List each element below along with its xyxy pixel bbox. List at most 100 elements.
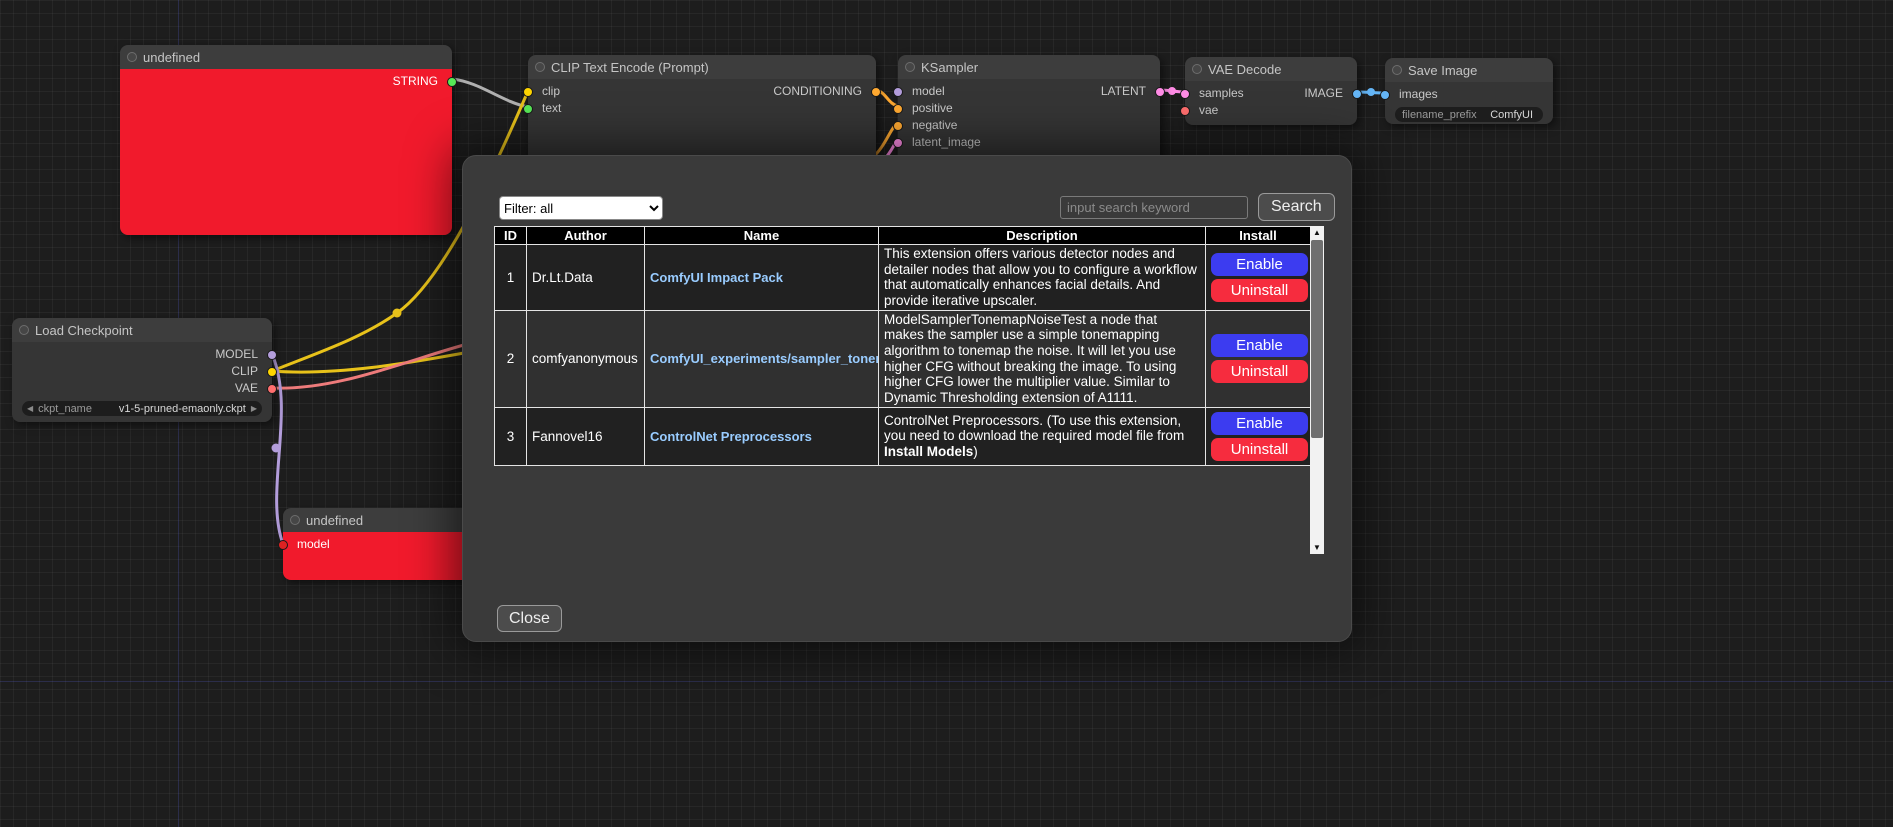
search-button[interactable]: Search	[1258, 193, 1335, 221]
scrollbar[interactable]: ▲ ▼	[1310, 226, 1324, 554]
slot-dot-image[interactable]	[1380, 90, 1390, 100]
extension-link[interactable]: ComfyUI Impact Pack	[650, 270, 783, 285]
node-undefined-string[interactable]: undefined STRING	[120, 45, 452, 235]
slot-dot-conditioning[interactable]	[893, 121, 903, 131]
collapse-dot-icon[interactable]	[535, 62, 545, 72]
uninstall-button[interactable]: Uninstall	[1211, 360, 1308, 383]
widget-arrow-left-icon[interactable]: ◀	[27, 404, 33, 413]
output-slot-image[interactable]: IMAGE	[1304, 85, 1357, 102]
widget-value: v1-5-pruned-emaonly.ckpt	[119, 403, 246, 415]
node-title-bar[interactable]: CLIP Text Encode (Prompt)	[528, 55, 876, 79]
scroll-up-icon[interactable]: ▲	[1310, 226, 1324, 239]
slot-label: clip	[542, 84, 560, 98]
node-title: KSampler	[921, 60, 978, 75]
extensions-table: ID Author Name Description Install 1 Dr.…	[494, 226, 1311, 466]
slot-label: samples	[1199, 86, 1244, 100]
cell-author: Dr.Lt.Data	[527, 245, 645, 311]
collapse-dot-icon[interactable]	[905, 62, 915, 72]
slot-dot-latent[interactable]	[893, 138, 903, 148]
input-slot-latent-image[interactable]: latent_image	[898, 134, 1160, 151]
input-slot-negative[interactable]: negative	[898, 117, 1160, 134]
node-title-bar[interactable]: Load Checkpoint	[12, 318, 272, 342]
slot-label: IMAGE	[1304, 86, 1343, 100]
input-slot-positive[interactable]: positive	[898, 100, 1160, 117]
enable-button[interactable]: Enable	[1211, 412, 1308, 435]
cell-install: Enable Uninstall	[1206, 245, 1311, 311]
slot-dot-conditioning[interactable]	[871, 87, 881, 97]
slot-label: STRING	[393, 74, 438, 88]
node-save-image[interactable]: Save Image images filename_prefix ComfyU…	[1385, 58, 1553, 124]
cell-id: 2	[495, 310, 527, 407]
scroll-down-icon[interactable]: ▼	[1310, 541, 1324, 554]
collapse-dot-icon[interactable]	[1392, 65, 1402, 75]
output-slot-vae[interactable]: VAE	[12, 380, 272, 397]
slot-label: model	[912, 84, 945, 98]
node-title-bar[interactable]: undefined	[120, 45, 452, 69]
input-slot-text[interactable]: text	[528, 100, 876, 117]
slot-dot-clip[interactable]	[267, 367, 277, 377]
input-slot-clip[interactable]: clip	[528, 83, 560, 100]
uninstall-button[interactable]: Uninstall	[1211, 438, 1308, 461]
enable-button[interactable]: Enable	[1211, 253, 1308, 276]
header-description: Description	[879, 227, 1206, 245]
slot-dot-clip[interactable]	[523, 87, 533, 97]
cell-install: Enable Uninstall	[1206, 407, 1311, 465]
input-slot-vae[interactable]: vae	[1185, 102, 1357, 119]
node-title-bar[interactable]: VAE Decode	[1185, 57, 1357, 81]
slot-dot-text[interactable]	[523, 104, 533, 114]
slot-label: CLIP	[231, 364, 258, 378]
cell-description: ControlNet Preprocessors. (To use this e…	[879, 407, 1206, 465]
slot-dot-model[interactable]	[893, 87, 903, 97]
slot-dot-vae[interactable]	[1180, 106, 1190, 116]
output-slot-latent[interactable]: LATENT	[1101, 83, 1160, 100]
extension-link[interactable]: ComfyUI_experiments/sampler_tonemap	[650, 351, 879, 366]
node-title-bar[interactable]: KSampler	[898, 55, 1160, 79]
slot-label: CONDITIONING	[773, 84, 862, 98]
link-dot	[393, 309, 402, 318]
node-title-bar[interactable]: Save Image	[1385, 58, 1553, 82]
slot-dot-model[interactable]	[278, 540, 288, 550]
slot-dot-image[interactable]	[1352, 89, 1362, 99]
collapse-dot-icon[interactable]	[127, 52, 137, 62]
uninstall-button[interactable]: Uninstall	[1211, 279, 1308, 302]
collapse-dot-icon[interactable]	[1192, 64, 1202, 74]
slot-label: LATENT	[1101, 84, 1146, 98]
slot-dot-latent[interactable]	[1180, 89, 1190, 99]
output-slot-conditioning[interactable]: CONDITIONING	[773, 83, 876, 100]
input-slot-images[interactable]: images	[1385, 86, 1553, 103]
input-slot-model[interactable]: model	[898, 83, 945, 100]
output-slot-clip[interactable]: CLIP	[12, 363, 272, 380]
filename-prefix-widget[interactable]: filename_prefix ComfyUI	[1395, 107, 1543, 122]
extensions-table-container: ID Author Name Description Install 1 Dr.…	[494, 226, 1324, 554]
widget-value: ComfyUI	[1490, 109, 1533, 121]
collapse-dot-icon[interactable]	[290, 515, 300, 525]
node-vae-decode[interactable]: VAE Decode samples IMAGE vae	[1185, 57, 1357, 125]
slot-dot-string[interactable]	[447, 77, 457, 87]
node-undefined-model[interactable]: undefined model	[283, 508, 479, 580]
node-title-bar[interactable]: undefined	[283, 508, 479, 532]
close-button[interactable]: Close	[497, 605, 562, 632]
collapse-dot-icon[interactable]	[19, 325, 29, 335]
output-slot-model[interactable]: MODEL	[12, 346, 272, 363]
slot-dot-latent[interactable]	[1155, 87, 1165, 97]
scrollbar-thumb[interactable]	[1311, 240, 1323, 438]
widget-arrow-right-icon[interactable]: ▶	[251, 404, 257, 413]
grid-axis-horizontal	[0, 681, 1893, 682]
search-input[interactable]	[1060, 196, 1248, 219]
input-slot-samples[interactable]: samples	[1185, 85, 1244, 102]
table-row: 1 Dr.Lt.Data ComfyUI Impact Pack This ex…	[495, 245, 1311, 311]
enable-button[interactable]: Enable	[1211, 334, 1308, 357]
slot-label: latent_image	[912, 135, 981, 149]
slot-dot-conditioning[interactable]	[893, 104, 903, 114]
input-slot-model[interactable]: model	[283, 536, 479, 553]
ckpt-name-widget[interactable]: ◀ ckpt_name v1-5-pruned-emaonly.ckpt ▶	[22, 401, 262, 416]
extension-link[interactable]: ControlNet Preprocessors	[650, 429, 812, 444]
slot-dot-vae[interactable]	[267, 384, 277, 394]
link-dot	[272, 444, 281, 453]
filter-select[interactable]: Filter: all	[499, 196, 663, 220]
node-graph-canvas[interactable]: undefined STRING CLIP Text Encode (Promp…	[0, 0, 1893, 827]
node-load-checkpoint[interactable]: Load Checkpoint MODEL CLIP VAE ◀ ckpt_na…	[12, 318, 272, 422]
slot-dot-model[interactable]	[267, 350, 277, 360]
output-slot-string[interactable]: STRING	[120, 73, 452, 90]
link-dot	[1367, 88, 1375, 96]
